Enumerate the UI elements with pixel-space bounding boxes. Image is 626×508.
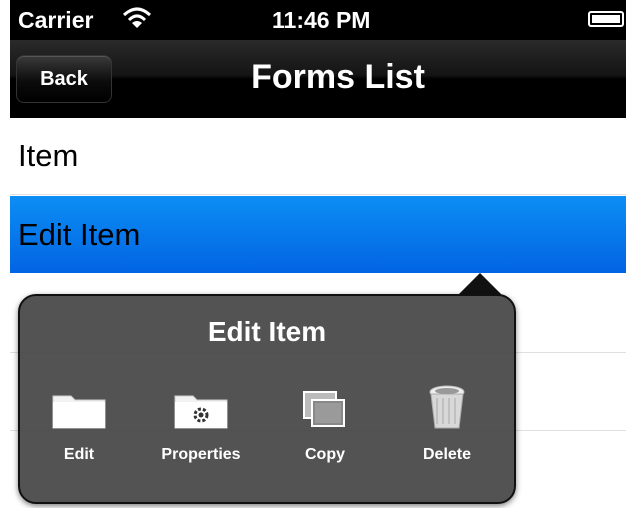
copy-icon [270, 384, 380, 430]
edit-action-button[interactable]: Edit [24, 384, 134, 464]
trash-icon [392, 384, 502, 430]
page-title: Forms List [251, 58, 425, 96]
list-item-selected[interactable]: Edit Item [10, 196, 626, 273]
delete-action-button[interactable]: Delete [392, 384, 502, 464]
properties-action-button[interactable]: Properties [146, 384, 256, 464]
list-item[interactable]: Item [10, 118, 626, 195]
navigation-bar: Back Forms List [10, 40, 626, 118]
folder-icon [24, 384, 134, 430]
properties-action-label: Properties [161, 446, 241, 463]
edit-item-popover: Edit Item Edit Properties Copy Delete [18, 294, 516, 504]
battery-icon [588, 11, 624, 27]
status-bar: Carrier 11:46 PM [10, 0, 626, 40]
copy-action-button[interactable]: Copy [270, 384, 380, 464]
folder-gear-icon [146, 384, 256, 430]
clock-time: 11:46 PM [272, 7, 371, 33]
delete-action-label: Delete [422, 446, 472, 463]
edit-action-label: Edit [63, 446, 95, 463]
popover-arrow [458, 273, 502, 295]
wifi-icon [122, 6, 152, 35]
copy-action-label: Copy [305, 446, 345, 463]
popover-title: Edit Item [207, 316, 327, 347]
carrier-label: Carrier [18, 7, 94, 33]
